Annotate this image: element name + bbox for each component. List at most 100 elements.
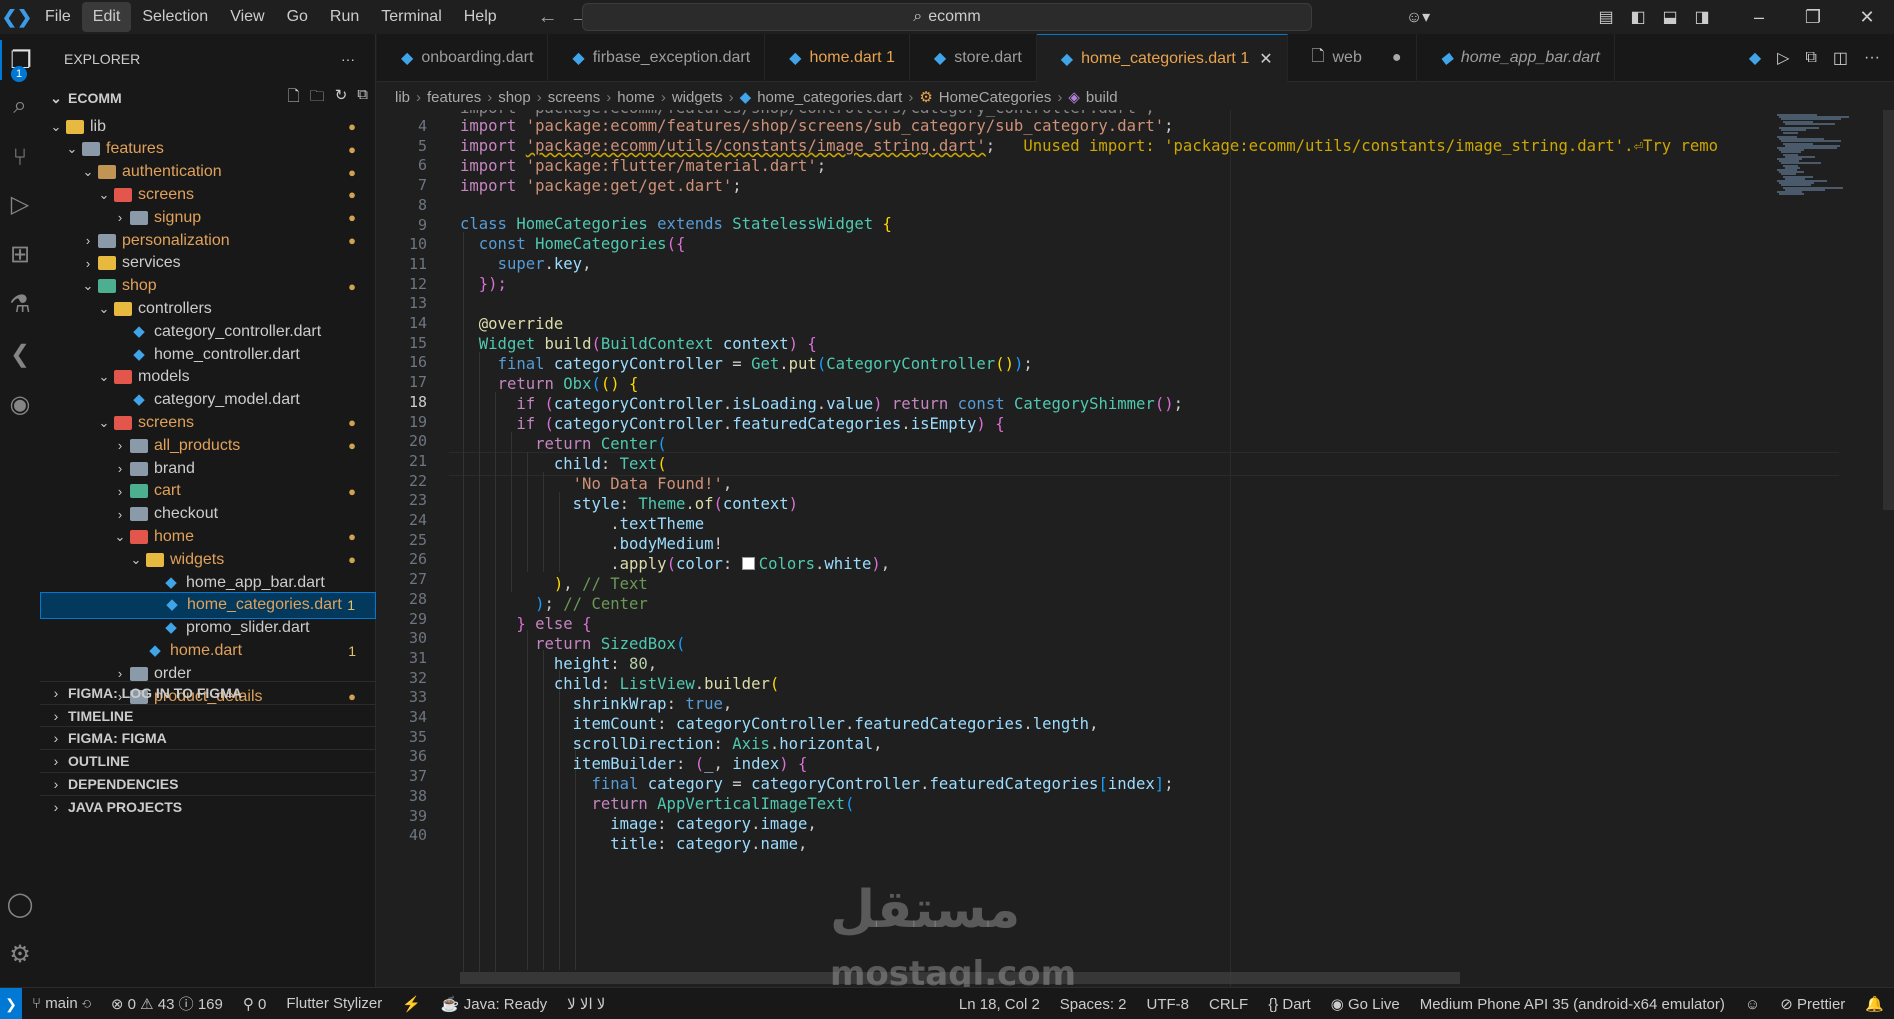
sidebar-panel-header[interactable]: › OUTLINE [40, 749, 376, 772]
run-debug-icon[interactable]: ▷ [0, 184, 40, 224]
minimap[interactable] [1767, 110, 1887, 987]
encoding[interactable]: UTF-8 [1137, 996, 1200, 1013]
lightning-icon[interactable]: ⚡ [392, 995, 431, 1013]
breadcrumb-widgets[interactable]: widgets [672, 89, 723, 106]
accounts-icon[interactable]: ◯ [0, 884, 40, 924]
collapse-all-icon[interactable]: ⧉ [357, 86, 368, 111]
breadcrumb-method[interactable]: build [1086, 89, 1118, 106]
split-editor-icon[interactable]: ◫ [1833, 48, 1848, 68]
tab-firbase-exception[interactable]: ◆ firbase_exception.dart [548, 34, 766, 82]
prettier-status[interactable]: ⊘ Prettier [1770, 995, 1855, 1013]
menu-view[interactable]: View [219, 2, 275, 32]
language-mode[interactable]: {} Dart [1258, 996, 1321, 1013]
close-window-icon[interactable]: ✕ [1840, 7, 1894, 28]
breadcrumb-file[interactable]: home_categories.dart [757, 89, 902, 106]
sidebar-panel-header[interactable]: › TIMELINE [40, 703, 376, 727]
breadcrumb-shop[interactable]: shop [498, 89, 531, 106]
menu-run[interactable]: Run [319, 2, 370, 32]
breadcrumb-features[interactable]: features [427, 89, 481, 106]
tab-home-app-bar[interactable]: ◆ home_app_bar.dart [1417, 34, 1615, 82]
github-icon[interactable]: ◉ [0, 384, 40, 424]
arabic-status[interactable]: لا الا لا [557, 995, 615, 1013]
toggle-panel-icon[interactable]: ⬓ [1654, 7, 1686, 27]
close-tab-icon[interactable]: ✕ [1259, 49, 1272, 69]
minimap-line [1779, 193, 1804, 196]
dart-run-icon[interactable]: ◆ [1749, 48, 1761, 68]
sidebar-panel-header[interactable]: › FIGMA: LOG IN TO FIGMA [40, 681, 376, 704]
code-editor[interactable]: 4 5 6 7 8 9 10 11 12 13 14 15 16 17 18 19 20 21 22 23 24 25 26… [377, 110, 1894, 987]
menu-selection[interactable]: Selection [131, 2, 219, 32]
device-selector[interactable]: Medium Phone API 35 (android-x64 emulato… [1410, 996, 1735, 1013]
tab-store[interactable]: ◆ store.dart [910, 34, 1037, 82]
sidebar-panel-header[interactable]: › JAVA PROJECTS [40, 794, 376, 818]
tree-item-label: services [122, 254, 181, 272]
folder-icon [130, 484, 148, 499]
breadcrumb-lib[interactable]: lib [395, 89, 410, 106]
more-actions-icon[interactable]: ··· [341, 51, 355, 67]
chevron-down-icon: ⌄ [98, 300, 110, 316]
menu-file[interactable]: File [34, 2, 82, 32]
copilot-status-icon[interactable]: ☺ [1735, 996, 1770, 1013]
flutter-stylizer-status[interactable]: Flutter Stylizer [276, 995, 392, 1012]
flutter-icon[interactable]: ❮ [0, 334, 40, 374]
branch-status[interactable]: ⑂ main ⟲ [22, 995, 101, 1012]
ports-status[interactable]: ⚲ 0 [233, 995, 277, 1013]
back-arrow-icon[interactable]: ← [538, 6, 558, 29]
breadcrumb-class[interactable]: HomeCategories [939, 89, 1052, 106]
chevron-down-icon: ⌄ [82, 164, 94, 180]
tree-item-label: signup [154, 208, 202, 226]
run-icon[interactable]: ▷ [1777, 48, 1789, 68]
remote-indicator-icon[interactable]: ❯ [0, 987, 22, 1019]
copilot-icon[interactable]: ☺▾ [1396, 7, 1440, 27]
chevron-down-icon: ⌄ [50, 89, 62, 106]
more-editor-actions-icon[interactable]: ··· [1864, 49, 1880, 67]
menu-edit[interactable]: Edit [81, 2, 132, 32]
chevron-down-icon: ⌄ [98, 414, 110, 430]
extensions-icon[interactable]: ⊞ [0, 234, 40, 274]
sidebar-panel-header[interactable]: › DEPENDENCIES [40, 771, 376, 795]
customize-layout-icon[interactable]: ▤ [1590, 7, 1622, 27]
open-devtools-icon[interactable]: ⧉ [1805, 49, 1816, 67]
source-control-icon[interactable]: ⑂ [0, 138, 40, 178]
toggle-secondary-sidebar-icon[interactable]: ◨ [1686, 7, 1718, 27]
go-live[interactable]: ◉ Go Live [1321, 995, 1410, 1013]
breadcrumb-home[interactable]: home [617, 89, 655, 106]
folder-icon [130, 210, 148, 225]
java-status[interactable]: ☕ Java: Ready [431, 995, 557, 1013]
new-file-icon[interactable]: 🗋 [288, 86, 300, 111]
vertical-scrollbar[interactable] [1883, 110, 1894, 510]
toggle-sidebar-icon[interactable]: ◧ [1622, 7, 1654, 27]
modified-dot-icon: ● [348, 438, 356, 454]
sidebar-panel-header[interactable]: › FIGMA: FIGMA [40, 726, 376, 749]
refresh-icon[interactable]: ↻ [335, 86, 348, 111]
dart-file-icon: ◆ [133, 322, 145, 340]
new-folder-icon[interactable]: 🗀 [310, 86, 325, 111]
activity-bar: ❐ 1 ⌕ ⑂ ▷ ⊞ ⚗ ❮ ◉ ◯ ⚙ [0, 34, 40, 987]
menu-go[interactable]: Go [276, 2, 319, 32]
menu-help[interactable]: Help [453, 2, 508, 32]
chevron-right-icon: › [117, 461, 123, 476]
cursor-position[interactable]: Ln 18, Col 2 [949, 996, 1050, 1013]
project-header[interactable]: ⌄ ECOMM 🗋 🗀 ↻ ⧉ [40, 84, 376, 112]
line-ending[interactable]: CRLF [1199, 996, 1258, 1013]
notifications-bell-icon[interactable]: 🔔 [1855, 995, 1894, 1013]
testing-icon[interactable]: ⚗ [0, 284, 40, 324]
tree-item-label: personalization [122, 231, 230, 249]
manage-gear-icon[interactable]: ⚙ [0, 934, 40, 974]
restore-icon[interactable]: ❐ [1786, 7, 1840, 28]
modified-dot-icon: ● [348, 415, 356, 431]
tab-web[interactable]: 🗋 web ● [1288, 34, 1417, 82]
tab-home-categories[interactable]: ◆ home_categories.dart 1 ✕ [1036, 34, 1288, 82]
search-activity-icon[interactable]: ⌕ [0, 86, 40, 126]
dart-file-icon: ◆ [401, 50, 414, 67]
panel-title: JAVA PROJECTS [68, 798, 183, 815]
command-center-search[interactable]: ⌕ ecomm [582, 3, 1312, 31]
color-swatch-white[interactable] [741, 557, 755, 570]
tab-home[interactable]: ◆ home.dart 1 [765, 34, 910, 82]
problems-status[interactable]: ⊗ 0 ⚠ 43 ⓘ 169 [101, 993, 233, 1014]
menu-terminal[interactable]: Terminal [370, 2, 452, 32]
breadcrumb-screens[interactable]: screens [548, 89, 601, 106]
tab-onboarding[interactable]: ◆ onboarding.dart [377, 34, 549, 82]
indentation[interactable]: Spaces: 2 [1050, 996, 1137, 1013]
minimize-icon[interactable]: – [1732, 7, 1786, 28]
